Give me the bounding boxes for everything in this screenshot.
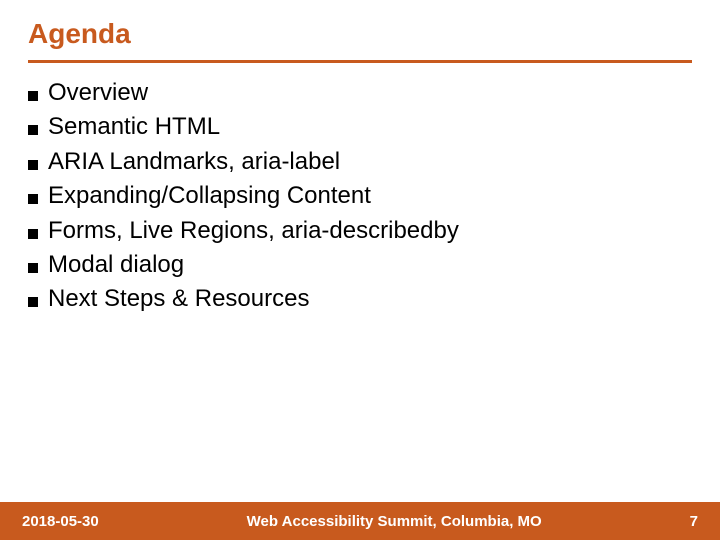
square-bullet-icon	[28, 263, 38, 273]
square-bullet-icon	[28, 160, 38, 170]
square-bullet-icon	[28, 125, 38, 135]
list-item-label: Forms, Live Regions, aria-describedby	[48, 215, 459, 247]
square-bullet-icon	[28, 297, 38, 307]
footer-page-number: 7	[690, 513, 698, 530]
list-item: Expanding/Collapsing Content	[28, 180, 692, 212]
slide: Agenda Overview Semantic HTML ARIA Landm…	[0, 0, 720, 540]
footer-date: 2018-05-30	[22, 513, 99, 530]
agenda-list: Overview Semantic HTML ARIA Landmarks, a…	[0, 63, 720, 502]
list-item-label: Expanding/Collapsing Content	[48, 180, 371, 212]
list-item: ARIA Landmarks, aria-label	[28, 146, 692, 178]
square-bullet-icon	[28, 91, 38, 101]
footer-title: Web Accessibility Summit, Columbia, MO	[99, 513, 690, 530]
list-item: Semantic HTML	[28, 111, 692, 143]
square-bullet-icon	[28, 229, 38, 239]
list-item: Overview	[28, 77, 692, 109]
list-item: Next Steps & Resources	[28, 283, 692, 315]
list-item: Modal dialog	[28, 249, 692, 281]
slide-title: Agenda	[28, 18, 692, 50]
list-item-label: Semantic HTML	[48, 111, 220, 143]
list-item-label: Modal dialog	[48, 249, 184, 281]
list-item: Forms, Live Regions, aria-describedby	[28, 215, 692, 247]
list-item-label: Next Steps & Resources	[48, 283, 309, 315]
list-item-label: Overview	[48, 77, 148, 109]
square-bullet-icon	[28, 194, 38, 204]
list-item-label: ARIA Landmarks, aria-label	[48, 146, 340, 178]
slide-header: Agenda	[0, 0, 720, 56]
slide-footer: 2018-05-30 Web Accessibility Summit, Col…	[0, 502, 720, 540]
